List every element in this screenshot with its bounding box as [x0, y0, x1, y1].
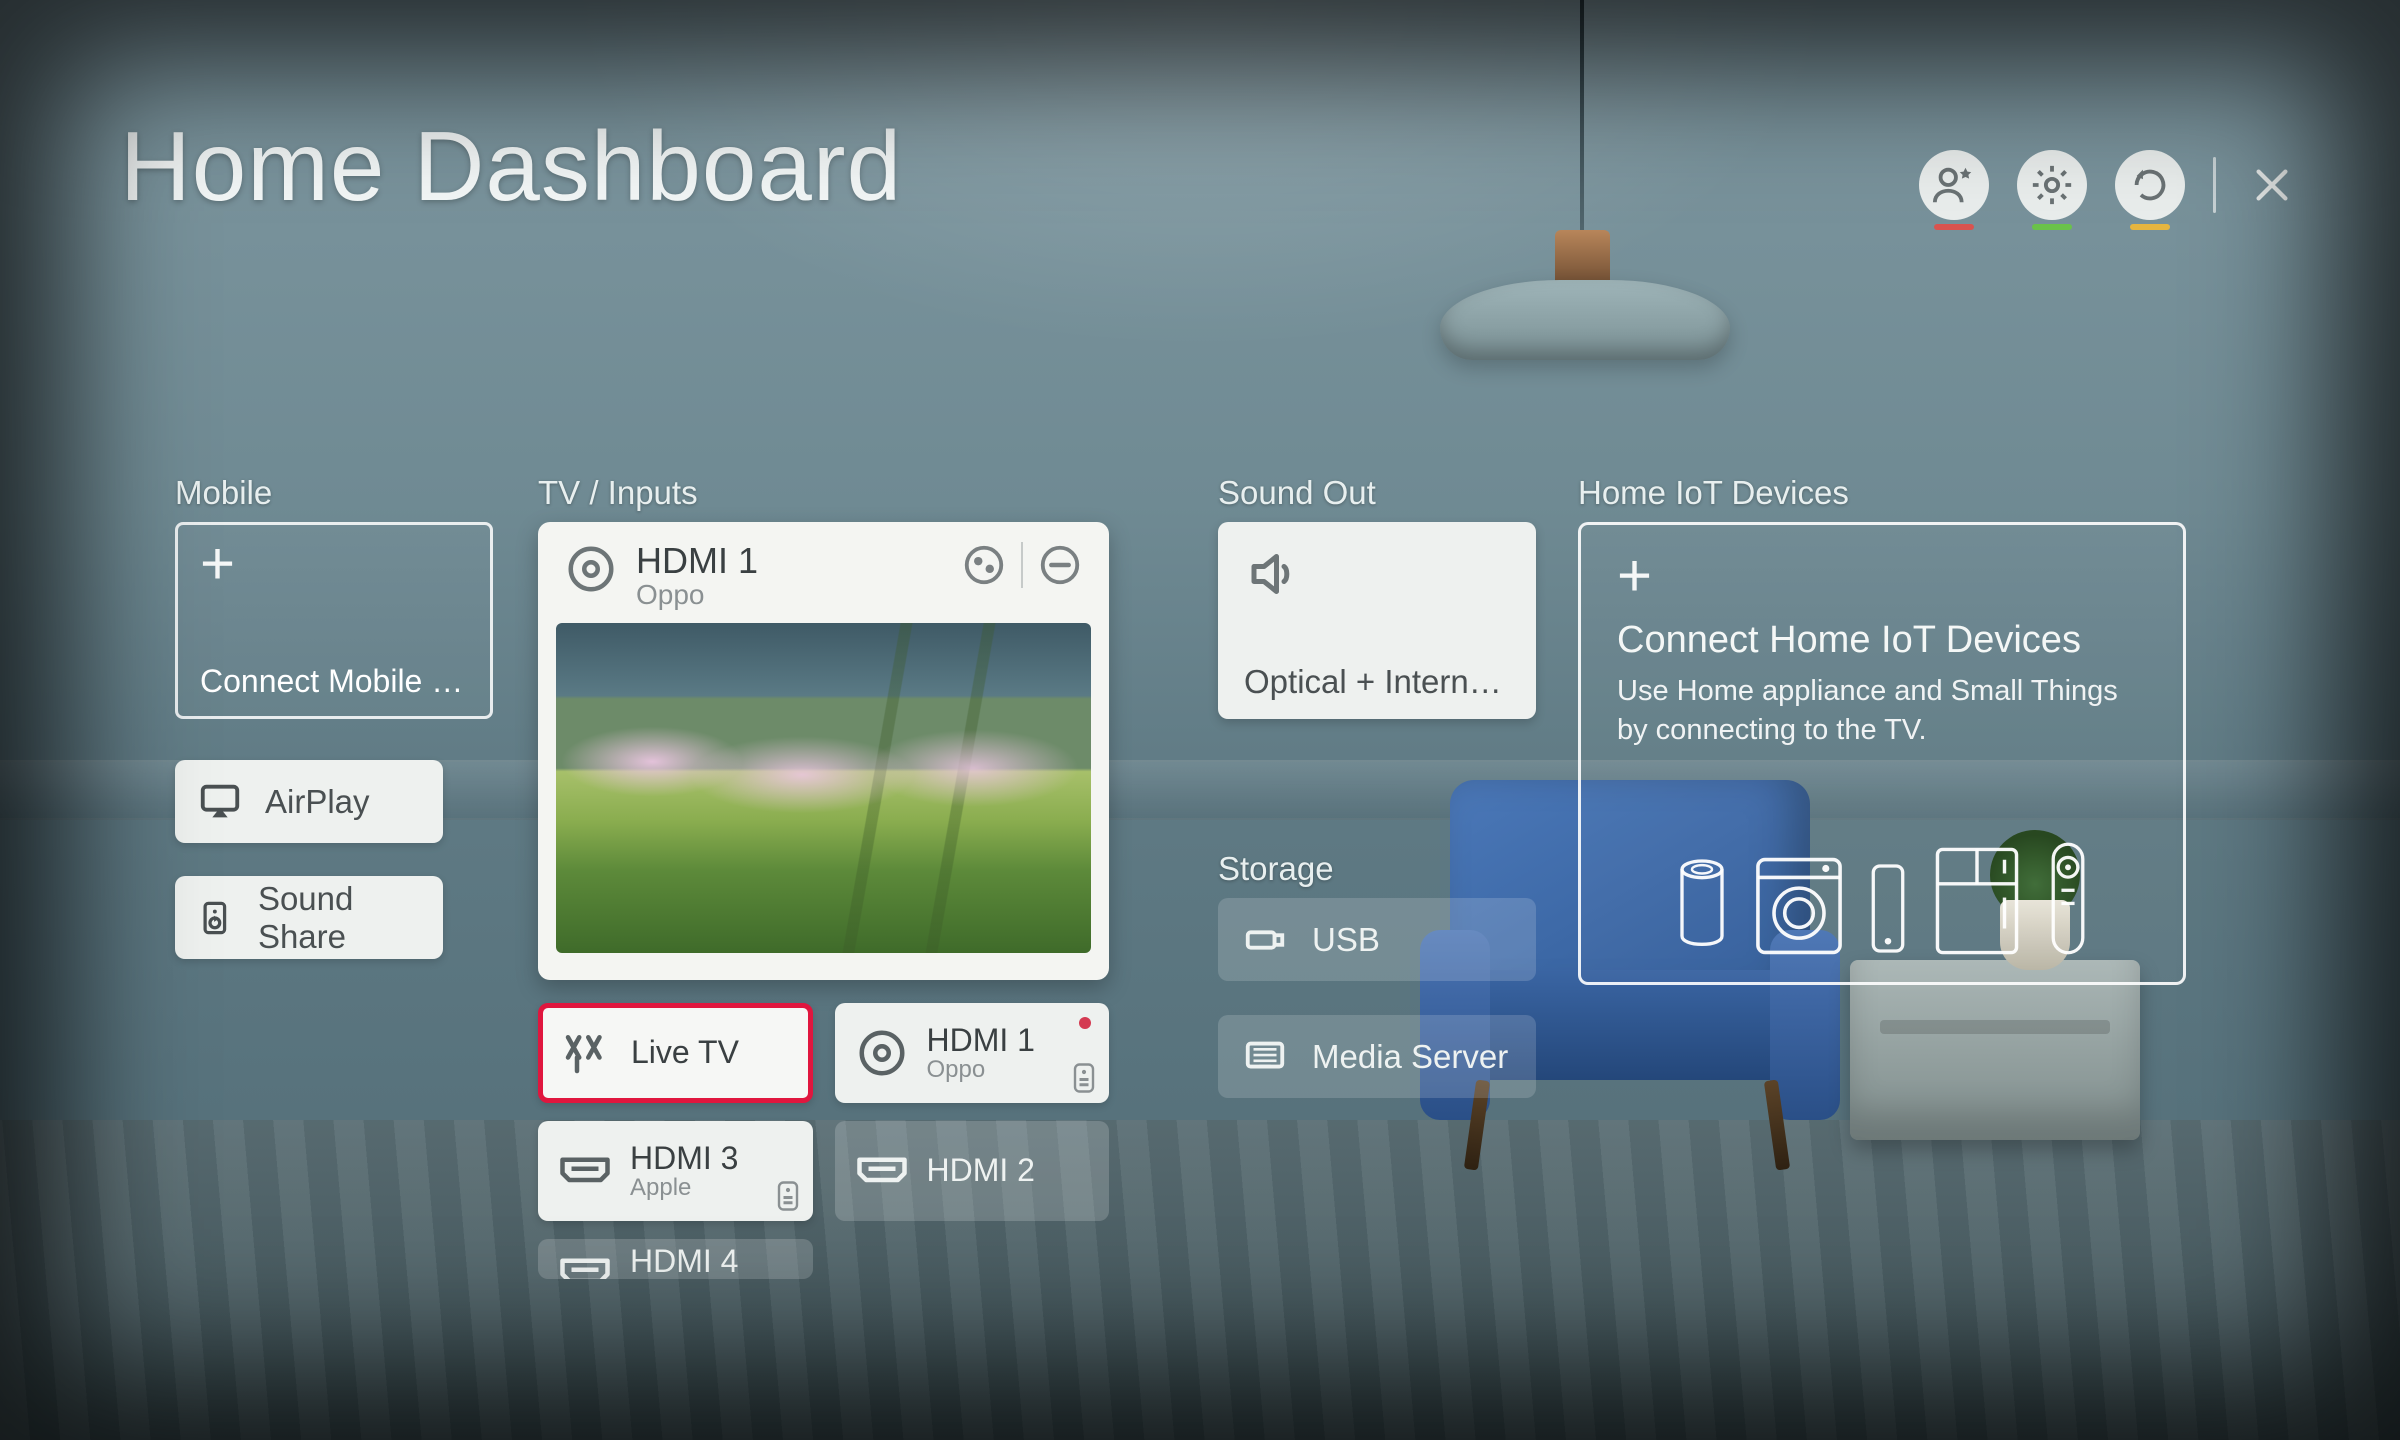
- plus-icon: +: [200, 543, 468, 585]
- iot-heading: Connect Home IoT Devices: [1617, 619, 2147, 662]
- input-tile-hdmi-1[interactable]: HDMI 1Oppo: [835, 1003, 1110, 1103]
- input-tile-hdmi-2[interactable]: HDMI 2: [835, 1121, 1110, 1221]
- input-hero-divider: [1021, 542, 1023, 588]
- disc-icon: [564, 542, 618, 596]
- speaker-volume-icon: [1244, 544, 1304, 604]
- storage-media-server-button[interactable]: Media Server: [1218, 1015, 1536, 1098]
- background-side-table: [1850, 960, 2140, 1140]
- air-purifier-icon: [1676, 856, 1728, 956]
- washer-icon: [1754, 856, 1844, 956]
- input-tile-live-tv[interactable]: Live TV: [538, 1003, 813, 1103]
- fridge-icon: [1932, 846, 2022, 956]
- sound-share-label: Sound Share: [258, 880, 421, 956]
- input-hero-preview: [556, 623, 1091, 953]
- status-underline-refresh: [2130, 224, 2170, 230]
- sound-out-label: Optical + Interna…: [1244, 663, 1510, 701]
- section-label-inputs: TV / Inputs: [538, 474, 698, 512]
- disc-icon: [855, 1026, 909, 1080]
- top-actions: [1919, 150, 2300, 220]
- input-tile-subtitle: Oppo: [927, 1058, 1035, 1082]
- universal-remote-icon: [777, 1181, 799, 1211]
- storage-usb-button[interactable]: USB: [1218, 898, 1536, 981]
- account-button[interactable]: [1919, 150, 1989, 220]
- input-tile-title: HDMI 3: [630, 1140, 738, 1176]
- input-hero-subtitle: Oppo: [636, 580, 943, 609]
- input-tile-hdmi-3[interactable]: HDMI 3Apple: [538, 1121, 813, 1221]
- iot-description: Use Home appliance and Small Things by c…: [1617, 672, 2147, 750]
- media-server-icon: [1242, 1034, 1288, 1080]
- active-indicator-icon: [1079, 1017, 1091, 1029]
- airplay-button[interactable]: AirPlay: [175, 760, 443, 843]
- background-floor: [0, 1120, 2400, 1440]
- input-hero-header: HDMI 1 Oppo: [556, 538, 1091, 623]
- hdmi-icon: [558, 1245, 612, 1279]
- iot-connect-card[interactable]: + Connect Home IoT Devices Use Home appl…: [1578, 522, 2186, 985]
- phone-icon: [1870, 861, 1906, 956]
- gear-icon: [2029, 162, 2075, 208]
- page-title: Home Dashboard: [120, 110, 902, 223]
- airplay-label: AirPlay: [265, 783, 370, 821]
- input-tile-subtitle: Apple: [630, 1176, 738, 1200]
- input-grid: Live TV HDMI 1Oppo HDMI 3Apple HDMI 2 HD…: [538, 1003, 1109, 1339]
- storage-media-label: Media Server: [1312, 1038, 1508, 1076]
- speaker-bluetooth-icon: [197, 895, 236, 941]
- universal-remote-icon: [1073, 1063, 1095, 1093]
- close-button[interactable]: [2244, 157, 2300, 213]
- input-tile-title: HDMI 1: [927, 1022, 1035, 1058]
- top-actions-divider: [2213, 157, 2216, 213]
- refresh-button[interactable]: [2115, 150, 2185, 220]
- input-tile-title: HDMI 2: [927, 1152, 1035, 1188]
- sound-share-button[interactable]: Sound Share: [175, 876, 443, 959]
- section-label-iot: Home IoT Devices: [1578, 474, 1849, 512]
- input-tile-title: Live TV: [631, 1034, 739, 1070]
- input-tile-title: HDMI 4: [630, 1243, 738, 1279]
- refresh-icon: [2127, 162, 2173, 208]
- close-icon: [2249, 162, 2295, 208]
- person-star-icon: [1931, 162, 1977, 208]
- iot-appliance-icons: [1617, 841, 2147, 956]
- input-hero-card[interactable]: HDMI 1 Oppo: [538, 522, 1109, 980]
- status-underline-settings: [2032, 224, 2072, 230]
- input-tile-hdmi-4[interactable]: HDMI 4: [538, 1239, 813, 1279]
- section-label-storage: Storage: [1218, 850, 1334, 888]
- remote-icon: [2048, 841, 2088, 956]
- remove-icon[interactable]: [1037, 542, 1083, 588]
- background-lamp-shade: [1440, 280, 1730, 360]
- antenna-icon: [559, 1026, 613, 1080]
- hdmi-icon: [558, 1144, 612, 1198]
- connect-mobile-label: Connect Mobile …: [200, 663, 468, 700]
- plus-icon: +: [1617, 555, 2147, 597]
- connect-mobile-card[interactable]: + Connect Mobile …: [175, 522, 493, 719]
- usb-icon: [1242, 917, 1288, 963]
- input-hero-title: HDMI 1: [636, 542, 943, 580]
- input-switch-icon[interactable]: [961, 542, 1007, 588]
- hdmi-icon: [855, 1144, 909, 1198]
- sound-out-card[interactable]: Optical + Interna…: [1218, 522, 1536, 719]
- storage-usb-label: USB: [1312, 921, 1380, 959]
- settings-button[interactable]: [2017, 150, 2087, 220]
- section-label-sound: Sound Out: [1218, 474, 1376, 512]
- section-label-mobile: Mobile: [175, 474, 272, 512]
- airplay-icon: [197, 779, 243, 825]
- status-underline-account: [1934, 224, 1974, 230]
